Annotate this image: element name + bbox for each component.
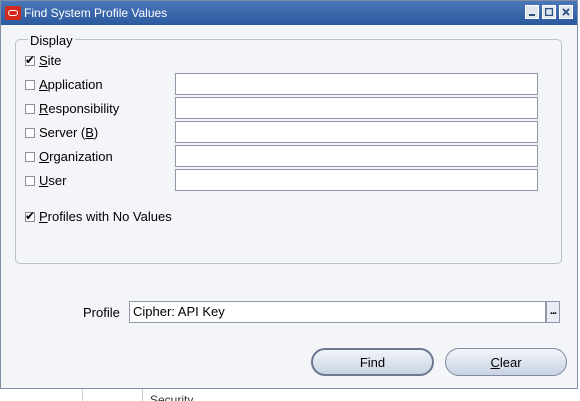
window-title: Find System Profile Values xyxy=(24,6,168,20)
user-label: User xyxy=(39,173,67,188)
user-option[interactable]: User xyxy=(25,173,66,188)
list-of-values-button[interactable]: ... xyxy=(546,301,560,323)
server-checkbox[interactable] xyxy=(25,127,35,138)
profiles-no-values-option[interactable]: Profiles with No Values xyxy=(25,208,172,224)
profile-label: Profile xyxy=(83,305,120,320)
profile-field[interactable]: Cipher: API Key xyxy=(129,301,546,323)
application-label: Application xyxy=(39,77,103,92)
organization-field[interactable] xyxy=(175,145,538,167)
title-bar[interactable]: Find System Profile Values xyxy=(1,1,577,25)
find-button[interactable]: Find xyxy=(311,348,434,376)
organization-option[interactable]: Organization xyxy=(25,149,113,164)
user-checkbox[interactable] xyxy=(25,175,35,186)
site-label: Site xyxy=(39,53,62,68)
responsibility-checkbox[interactable] xyxy=(25,103,35,114)
server-label: Server (B) xyxy=(39,125,99,140)
server-field[interactable] xyxy=(175,121,538,143)
display-group-label: Display xyxy=(28,33,75,48)
profiles-no-values-checkbox[interactable] xyxy=(25,208,35,224)
organization-checkbox[interactable] xyxy=(25,151,35,162)
window-controls xyxy=(525,5,573,19)
responsibility-label: Responsibility xyxy=(39,101,120,116)
site-checkbox[interactable] xyxy=(25,52,35,68)
application-option[interactable]: Application xyxy=(25,77,103,92)
oracle-logo-icon xyxy=(5,6,21,20)
background-cell xyxy=(82,388,143,401)
minimize-icon[interactable] xyxy=(525,5,539,19)
background-strip: Security xyxy=(0,388,580,401)
background-peek-text: Security xyxy=(150,393,194,401)
application-checkbox[interactable] xyxy=(25,79,35,90)
server-option[interactable]: Server (B) xyxy=(25,125,98,140)
user-field[interactable] xyxy=(175,169,538,191)
clear-button-label: Clear xyxy=(490,354,522,370)
maximize-icon[interactable] xyxy=(542,5,556,19)
responsibility-option[interactable]: Responsibility xyxy=(25,101,119,116)
close-icon[interactable] xyxy=(559,5,573,19)
clear-button[interactable]: Clear xyxy=(445,348,567,376)
organization-label: Organization xyxy=(39,149,113,164)
site-option[interactable]: Site xyxy=(25,52,62,68)
application-field[interactable] xyxy=(175,73,538,95)
responsibility-field[interactable] xyxy=(175,97,538,119)
find-profile-dialog: Find System Profile Values Display Site … xyxy=(0,0,578,389)
profiles-no-values-label: Profiles with No Values xyxy=(39,209,172,224)
